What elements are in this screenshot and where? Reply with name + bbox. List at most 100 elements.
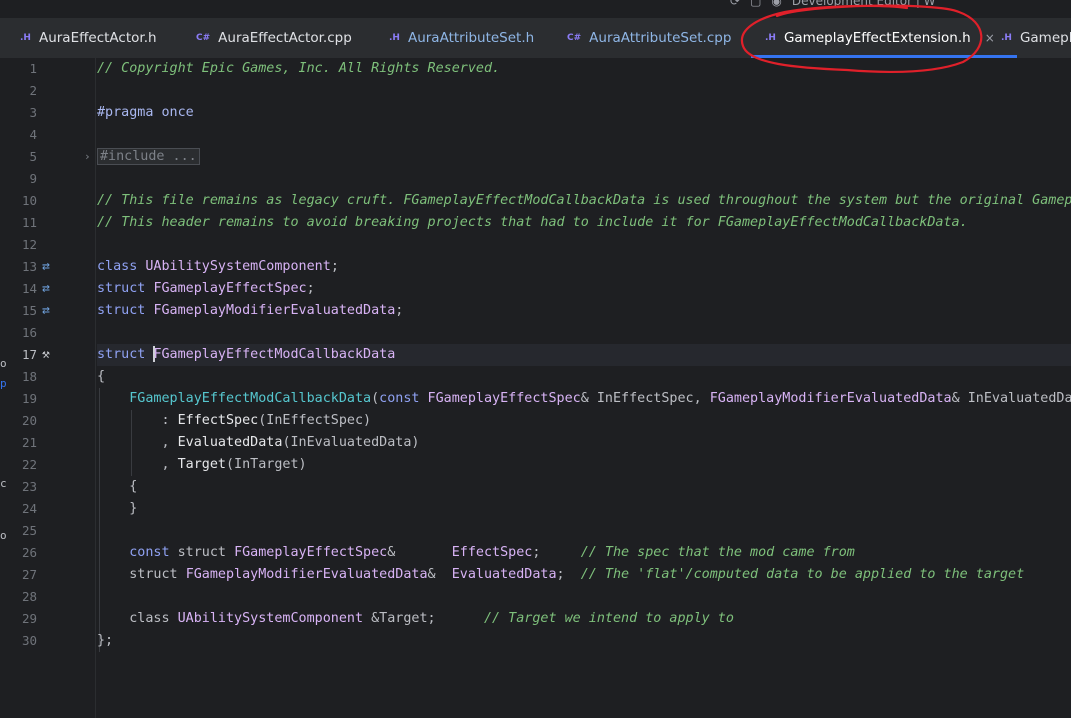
line-number: 27 bbox=[21, 567, 37, 582]
code-line-5: #include ... bbox=[97, 146, 1071, 168]
line-number: 2 bbox=[29, 83, 37, 98]
preprocessor-arg: once bbox=[153, 105, 194, 120]
keyword: struct bbox=[129, 567, 186, 582]
init-args: (InEffectSpec) bbox=[258, 413, 372, 428]
code-line-17: struct FGameplayEffectModCallbackData bbox=[97, 344, 1071, 366]
header-file-icon: .H bbox=[389, 33, 400, 43]
build-hammer-icon[interactable]: ⚒ bbox=[42, 344, 50, 366]
code-line-14: struct FGameplayEffectSpec; bbox=[97, 281, 315, 296]
code-line-11: // This header remains to avoid breaking… bbox=[97, 212, 1071, 234]
field-name: EffectSpec bbox=[451, 545, 533, 560]
tab-label: GameplayEffectExtension.h bbox=[783, 30, 971, 46]
fold-chevron-icon[interactable]: › bbox=[84, 146, 91, 168]
punct: , bbox=[161, 435, 178, 450]
tab-gameplayeffectextension-h[interactable]: .H GameplayEffectExtension.h × bbox=[751, 18, 1017, 58]
punct: : bbox=[161, 413, 178, 428]
line-number: 24 bbox=[21, 501, 37, 516]
member-init: EvaluatedData bbox=[177, 435, 283, 450]
field-decl: &Target; bbox=[363, 611, 484, 626]
line-number: 21 bbox=[21, 435, 37, 450]
init-args: (InTarget) bbox=[226, 457, 307, 472]
folded-includes[interactable]: #include ... bbox=[97, 148, 200, 165]
tab-auraattributeset-h[interactable]: .H AuraAttributeSet.h bbox=[389, 18, 534, 58]
tab-label: AuraEffectActor.h bbox=[38, 30, 157, 46]
member-init: EffectSpec bbox=[177, 413, 259, 428]
code-line-19: FGameplayEffectModCallbackData(const FGa… bbox=[97, 388, 1071, 410]
line-number: 5 bbox=[29, 149, 37, 164]
line-number: 11 bbox=[21, 215, 37, 230]
keyword: struct bbox=[97, 281, 146, 296]
type-name: FGameplayModifierEvaluatedData bbox=[709, 391, 952, 406]
code-editor[interactable]: // Copyright Epic Games, Inc. All Rights… bbox=[97, 58, 1071, 718]
tab-auraeffectactor-h[interactable]: .H AuraEffectActor.h bbox=[20, 18, 157, 58]
punct: ; bbox=[556, 567, 581, 582]
tab-gameplay-overflow[interactable]: .H Gamepla bbox=[1001, 18, 1071, 58]
header-file-icon: .H bbox=[1001, 33, 1012, 43]
code-line-15: struct FGameplayModifierEvaluatedData; bbox=[97, 303, 404, 318]
tab-auraattributeset-cpp[interactable]: C# AuraAttributeSet.cpp bbox=[567, 18, 731, 58]
line-number: 4 bbox=[29, 127, 37, 142]
line-number: 16 bbox=[21, 325, 37, 340]
keyword: const bbox=[379, 391, 420, 406]
field-name: EvaluatedData bbox=[451, 567, 557, 582]
param: & InEffectSpec, bbox=[580, 391, 710, 406]
comment: // Target we intend to apply to bbox=[484, 611, 734, 626]
code-line-26: const struct FGameplayEffectSpec& Effect… bbox=[97, 542, 1071, 564]
line-number: 20 bbox=[21, 413, 37, 428]
type-name: FGameplayModifierEvaluatedData bbox=[153, 303, 396, 318]
refresh-icon[interactable]: ⟳ bbox=[730, 0, 740, 8]
line-number: 30 bbox=[21, 633, 37, 648]
punct: ; bbox=[532, 545, 581, 560]
implements-icon[interactable]: ⇄ bbox=[42, 278, 50, 300]
code-line-24: } bbox=[97, 498, 1071, 520]
run-config-icon[interactable]: ▢ bbox=[750, 0, 761, 8]
init-args: (InEvaluatedData) bbox=[282, 435, 420, 450]
tab-label: Gamepla bbox=[1019, 30, 1071, 46]
comment: // This header remains to avoid breaking… bbox=[97, 215, 968, 230]
brace: { bbox=[129, 479, 138, 494]
tab-label: AuraAttributeSet.h bbox=[407, 30, 535, 46]
type-name: FGameplayEffectSpec bbox=[153, 281, 307, 296]
title-strip: ⟳ ▢ ◉ Development Editor | W bbox=[0, 0, 1071, 18]
line-number: 9 bbox=[29, 171, 37, 186]
type-name: FGameplayModifierEvaluatedData bbox=[185, 567, 428, 582]
code-line-10: // This file remains as legacy cruft. FG… bbox=[97, 190, 1071, 212]
line-number: 13 bbox=[21, 259, 37, 274]
line-number: 22 bbox=[21, 457, 37, 472]
code-line-20: : EffectSpec(InEffectSpec) bbox=[97, 410, 1071, 432]
keyword: class bbox=[97, 259, 138, 274]
tab-label: AuraEffectActor.cpp bbox=[218, 30, 352, 46]
top-right-toolbar: ⟳ ▢ ◉ Development Editor | W bbox=[730, 0, 936, 8]
tab-auraeffectactor-cpp[interactable]: C# AuraEffectActor.cpp bbox=[196, 18, 352, 58]
tab-label: AuraAttributeSet.cpp bbox=[589, 30, 732, 46]
type-name: FGameplayEffectSpec bbox=[427, 391, 581, 406]
editor-tabs: .H AuraEffectActor.h C# AuraEffectActor.… bbox=[0, 18, 1071, 59]
line-number: 29 bbox=[21, 611, 37, 626]
line-number: 19 bbox=[21, 391, 37, 406]
line-number: 15 bbox=[21, 303, 37, 318]
line-number: 10 bbox=[21, 193, 37, 208]
code-line-1: // Copyright Epic Games, Inc. All Rights… bbox=[97, 58, 1071, 80]
code-line-23: { bbox=[97, 476, 1071, 498]
code-line-27: struct FGameplayModifierEvaluatedData& E… bbox=[97, 564, 1071, 586]
close-tab-icon[interactable]: × bbox=[985, 31, 995, 45]
cpp-file-icon: C# bbox=[567, 33, 582, 43]
type-name: UAbilitySystemComponent bbox=[177, 611, 364, 626]
member-init: Target bbox=[177, 457, 226, 472]
header-file-icon: .H bbox=[20, 33, 31, 43]
constructor-name: FGameplayEffectModCallbackData bbox=[129, 391, 372, 406]
code-line-3: #pragma once bbox=[97, 102, 1071, 124]
type-name: UAbilitySystemComponent bbox=[145, 259, 331, 274]
keyword: struct bbox=[169, 545, 235, 560]
build-config-label[interactable]: Development Editor | W bbox=[792, 0, 936, 8]
code-line-29: class UAbilitySystemComponent &Target; /… bbox=[97, 608, 1071, 630]
code-line-13: class UAbilitySystemComponent; bbox=[97, 259, 339, 274]
implements-icon[interactable]: ⇄ bbox=[42, 300, 50, 322]
comment: // Copyright Epic Games, Inc. All Rights… bbox=[97, 61, 501, 76]
punct: & bbox=[427, 567, 452, 582]
implements-icon[interactable]: ⇄ bbox=[42, 256, 50, 278]
debug-icon[interactable]: ◉ bbox=[771, 0, 781, 8]
code-line-18: { bbox=[97, 366, 1071, 388]
line-number: 26 bbox=[21, 545, 37, 560]
line-number: 3 bbox=[29, 105, 37, 120]
